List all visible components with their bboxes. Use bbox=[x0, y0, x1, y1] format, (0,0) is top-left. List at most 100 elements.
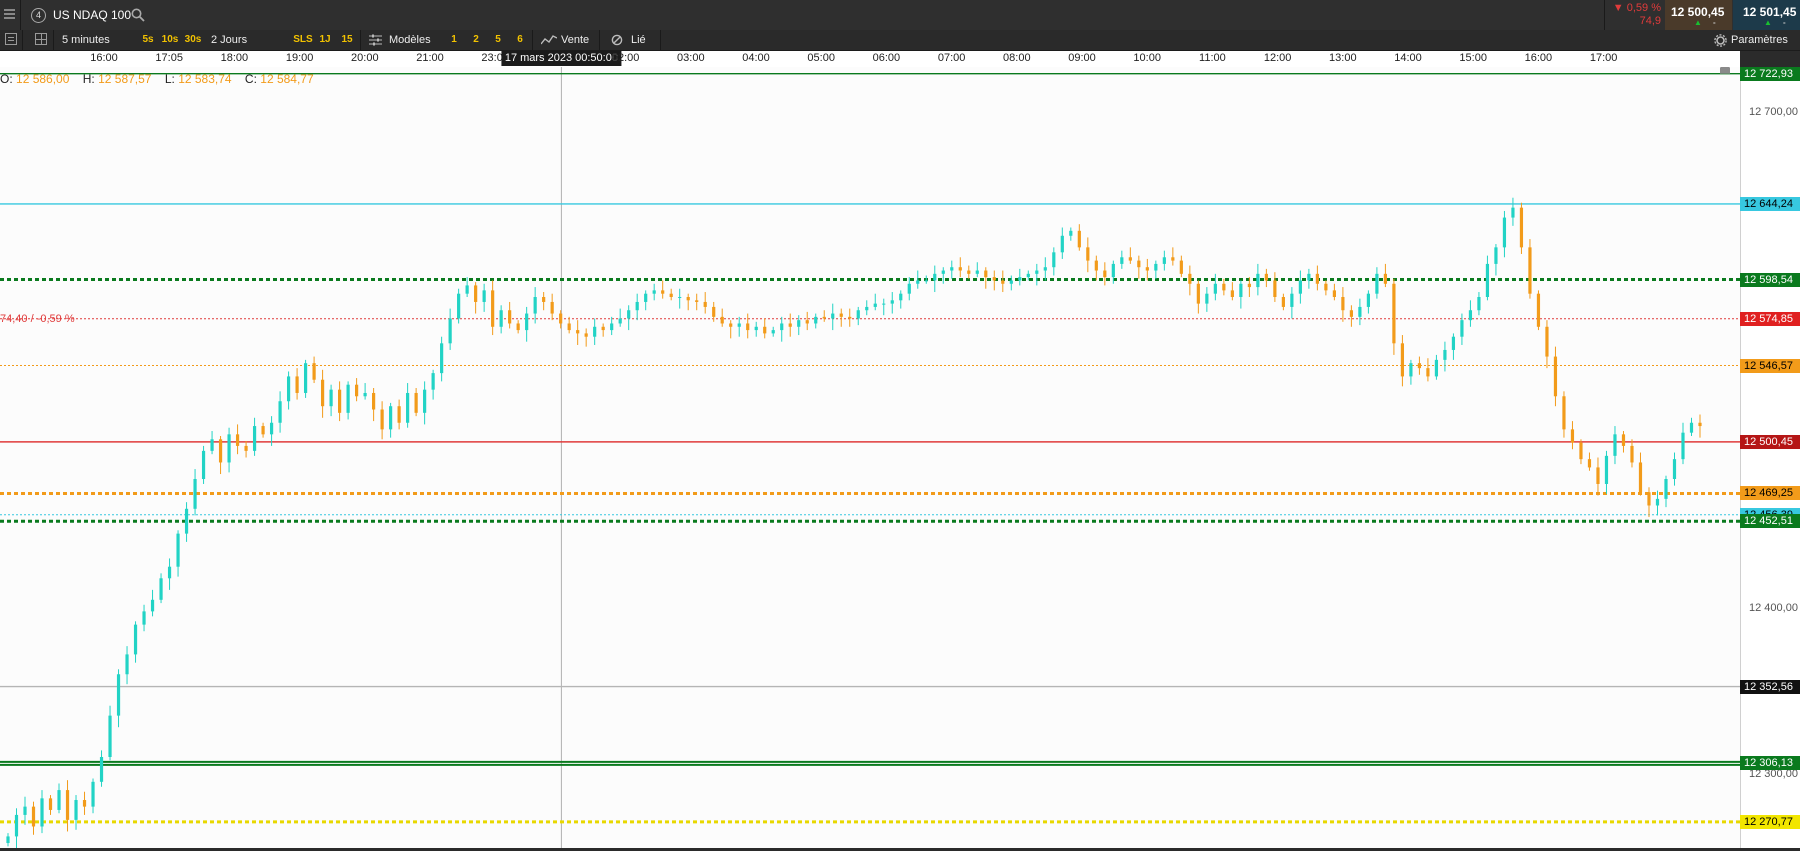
divider bbox=[660, 30, 661, 50]
candle-body bbox=[950, 267, 954, 271]
candle-body bbox=[1613, 434, 1617, 456]
candle-body bbox=[303, 363, 308, 393]
model-2-button[interactable]: 2 bbox=[470, 33, 482, 47]
candle-body bbox=[1307, 273, 1311, 281]
change-label: 74,40 / -0,59 % bbox=[0, 312, 75, 325]
tf-1j-button[interactable]: 1J bbox=[318, 33, 332, 47]
hamburger-icon[interactable] bbox=[4, 9, 15, 19]
candle-body bbox=[882, 303, 886, 305]
candle-body bbox=[1128, 257, 1132, 261]
candle-body bbox=[1502, 217, 1507, 248]
candle-body bbox=[975, 270, 979, 274]
candle-body bbox=[1281, 296, 1285, 307]
gear-icon[interactable] bbox=[1714, 34, 1727, 47]
candle-body bbox=[984, 270, 988, 278]
candle-body bbox=[320, 379, 325, 407]
candle-body bbox=[1392, 283, 1396, 344]
x-tick-label: 05:00 bbox=[807, 52, 835, 64]
candle-body bbox=[1264, 273, 1268, 281]
divider bbox=[360, 30, 361, 50]
candle-body bbox=[1570, 429, 1575, 443]
candle-body bbox=[1069, 230, 1073, 236]
candle-body bbox=[525, 313, 529, 331]
model-4-button[interactable]: 6 bbox=[514, 33, 526, 47]
candle-body bbox=[669, 293, 673, 297]
chart-plot-area[interactable] bbox=[0, 63, 1740, 848]
candle-body bbox=[890, 300, 894, 304]
candle-body bbox=[474, 285, 478, 302]
candle-body bbox=[40, 798, 44, 827]
sell-chart-icon bbox=[541, 35, 557, 45]
tf-30s-button[interactable]: 30s bbox=[183, 33, 203, 47]
candle-body bbox=[1604, 455, 1609, 484]
instrument-name[interactable]: US NDAQ 100 bbox=[53, 8, 131, 22]
candle-body bbox=[627, 310, 631, 319]
candle-body bbox=[567, 323, 571, 331]
tf-5s-button[interactable]: 5s bbox=[140, 33, 156, 47]
x-tick-label: 15:00 bbox=[1459, 52, 1487, 64]
candle-body bbox=[372, 392, 376, 410]
candle-body bbox=[763, 326, 767, 334]
candle-body bbox=[91, 781, 95, 807]
high-value: 12 587,57 bbox=[98, 72, 152, 86]
settings-button[interactable]: Paramètres bbox=[1731, 32, 1788, 48]
search-icon[interactable] bbox=[131, 8, 145, 22]
candle-body bbox=[1222, 283, 1226, 291]
interval-select[interactable]: 5 minutes bbox=[62, 32, 110, 48]
candle-body bbox=[1460, 320, 1464, 337]
linked-button[interactable]: Lié bbox=[631, 32, 646, 48]
candle-body bbox=[108, 715, 112, 757]
candle-body bbox=[899, 293, 903, 301]
list-icon[interactable] bbox=[5, 33, 17, 45]
candle-body bbox=[797, 320, 801, 327]
candle-body bbox=[57, 790, 61, 810]
range-select[interactable]: 2 Jours bbox=[211, 32, 247, 48]
ask-price-box[interactable]: 12 501,45 ▲ - bbox=[1733, 0, 1800, 30]
candle-body bbox=[278, 401, 282, 423]
candle-body bbox=[1247, 283, 1251, 288]
x-tick-label: 07:00 bbox=[937, 52, 966, 64]
candle-body bbox=[448, 318, 452, 344]
candle-body bbox=[839, 313, 843, 317]
candle-body bbox=[142, 611, 146, 625]
crosshair-time-label: 17 mars 2023 00:50:00 bbox=[501, 51, 621, 66]
models-button[interactable]: Modèles bbox=[389, 32, 431, 48]
candle-body bbox=[1103, 270, 1107, 278]
tf-10s-button[interactable]: 10s bbox=[160, 33, 180, 47]
tf-15-button[interactable]: 15 bbox=[340, 33, 354, 47]
candle-body bbox=[48, 798, 53, 810]
candle-body bbox=[1672, 459, 1677, 480]
candle-body bbox=[1162, 257, 1166, 264]
divider bbox=[22, 30, 23, 50]
candle-body bbox=[644, 293, 648, 302]
candle-body bbox=[295, 376, 299, 393]
candle-body bbox=[1273, 280, 1277, 297]
candle-body bbox=[1417, 363, 1422, 369]
layout-icon[interactable] bbox=[35, 33, 47, 45]
price-axis[interactable]: 12 700,00 12 400,00 12 300,00 bbox=[1740, 67, 1800, 848]
candle-body bbox=[465, 285, 469, 294]
candle-body bbox=[414, 392, 418, 413]
candle-body bbox=[1256, 273, 1260, 288]
candle-body bbox=[678, 296, 682, 298]
candle-body bbox=[218, 439, 223, 463]
close-value: 12 584,77 bbox=[260, 72, 314, 86]
model-3-button[interactable]: 5 bbox=[492, 33, 504, 47]
candle-body bbox=[423, 389, 427, 413]
candle-body bbox=[176, 533, 180, 567]
model-1-button[interactable]: 1 bbox=[448, 33, 460, 47]
x-tick-label: 17:05 bbox=[155, 52, 183, 64]
level-tag: 12 270,77 bbox=[1740, 814, 1800, 829]
candle-body bbox=[261, 426, 265, 435]
bid-price-box[interactable]: 12 500,45 ▲ - bbox=[1665, 0, 1732, 30]
x-tick-label: 19:00 bbox=[285, 52, 314, 64]
candle-body bbox=[1052, 252, 1056, 268]
candle-body bbox=[337, 389, 342, 413]
sell-button[interactable]: Vente bbox=[561, 32, 589, 48]
level-tag: 12 352,56 bbox=[1740, 679, 1800, 694]
candle-body bbox=[167, 566, 172, 579]
candle-body bbox=[559, 313, 563, 324]
candle-body bbox=[363, 392, 367, 397]
candle-body bbox=[933, 273, 937, 281]
sls-button[interactable]: SLS bbox=[292, 33, 314, 47]
